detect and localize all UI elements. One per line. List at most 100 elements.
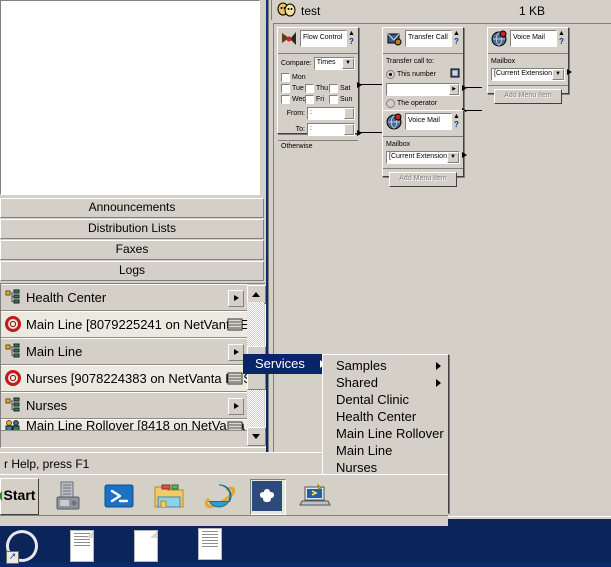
chevron-down-icon[interactable]: ▼ — [447, 152, 459, 163]
compare-select[interactable]: Times ▼ — [313, 57, 355, 70]
list-item[interactable]: Nurses — [1, 392, 247, 419]
bar-button-announcements[interactable]: Announcements — [0, 198, 264, 218]
radio-label: The operator — [397, 100, 438, 107]
node-body: Mailbox [Current Extension] ▼ — [488, 55, 568, 82]
node-pin[interactable]: ▲ ? — [452, 113, 461, 129]
list-item-label: Health Center — [26, 290, 107, 305]
help-icon[interactable]: ? — [452, 121, 461, 129]
mailbox-select[interactable]: [Current Extension] ▼ — [386, 151, 460, 164]
help-icon[interactable]: ? — [347, 38, 356, 46]
list-item[interactable]: Main Line — [1, 338, 247, 365]
checkbox-box[interactable] — [305, 95, 314, 104]
checkbox-fri[interactable]: Fri — [305, 95, 329, 104]
expand-button[interactable] — [228, 290, 244, 307]
menu-item-main-line[interactable]: Main Line — [323, 442, 448, 459]
menu-item-services[interactable]: Services — [243, 354, 331, 374]
radio-operator[interactable]: The operator — [386, 99, 460, 108]
phonebook-icon[interactable] — [450, 68, 460, 81]
chevron-right-icon[interactable]: ▶ — [449, 84, 459, 95]
from-time-input[interactable]: : — [307, 107, 355, 120]
menu-item-dental-clinic[interactable]: Dental Clinic — [323, 391, 448, 408]
bar-button-faxes[interactable]: Faxes — [0, 240, 264, 260]
node-transfer-call[interactable]: Transfer Call ▲ ? Transfer call to: This… — [382, 27, 467, 122]
menu-item-health-center[interactable]: Health Center — [323, 408, 448, 425]
output-port-otherwise[interactable] — [357, 130, 362, 136]
list-item[interactable]: Main Line [8079225241 on NetVanta ECS] — [1, 311, 247, 338]
radio-dot[interactable] — [386, 70, 395, 79]
checkbox-wed[interactable]: Wed — [281, 95, 306, 104]
node-voice-mail-top[interactable]: Voice Mail ▲ ? Mailbox [Current Extensio… — [487, 27, 572, 104]
list-item[interactable]: Main Line Rollover [8418 on NetVanta ECS… — [1, 419, 247, 431]
node-voice-mail-bottom[interactable]: Voice Mail ▲ ? Mailbox [Current Extensio… — [382, 110, 467, 187]
checkbox-box[interactable] — [305, 84, 314, 93]
service-titlebar: test 1 KB — [269, 0, 611, 22]
file-explorer-icon[interactable] — [152, 479, 186, 513]
start-button[interactable]: Start — [0, 478, 39, 515]
flow-control-icon — [280, 30, 298, 48]
blank-page-shortcut-icon[interactable] — [134, 530, 168, 564]
chevron-down-icon[interactable]: ▼ — [342, 58, 354, 69]
checkbox-box[interactable] — [281, 84, 290, 93]
checkbox-box[interactable] — [281, 95, 290, 104]
checkbox-sat[interactable]: Sat — [329, 84, 351, 93]
transfer-number-input[interactable]: ▶ — [386, 83, 460, 96]
list-item[interactable]: Health Center — [1, 284, 247, 311]
mailbox-icon[interactable] — [227, 421, 243, 430]
expand-button[interactable] — [228, 344, 244, 361]
submenu-arrow-icon — [436, 379, 441, 387]
checkbox-sun[interactable]: Sun — [329, 95, 352, 104]
to-time-input[interactable]: : — [307, 123, 355, 136]
node-flow-control[interactable]: Flow Control ▲ ? Compare: Times ▼ Mon Tu… — [277, 27, 362, 150]
chevron-down-icon[interactable]: ▼ — [552, 69, 564, 80]
ring-shortcut-icon[interactable]: ↗ — [1, 525, 43, 567]
node-pin[interactable]: ▲ ? — [347, 30, 356, 46]
radio-dot[interactable] — [386, 99, 395, 108]
notepad-shortcut-icon[interactable] — [198, 528, 232, 562]
output-port[interactable] — [567, 69, 572, 75]
node-header: Voice Mail ▲ ? — [383, 111, 463, 134]
output-port[interactable] — [462, 152, 467, 158]
puzzle-app-icon[interactable] — [250, 479, 286, 515]
node-pin[interactable]: ▲ ? — [557, 30, 566, 46]
help-icon[interactable]: ? — [557, 38, 566, 46]
tree-icon — [5, 343, 23, 361]
checkbox-box[interactable] — [329, 84, 338, 93]
powershell-icon[interactable] — [102, 479, 136, 513]
bar-button-logs[interactable]: Logs — [0, 261, 264, 281]
gear-red-icon — [5, 315, 23, 334]
status-text: r Help, press F1 — [4, 457, 90, 471]
mailbox-select[interactable]: [Current Extension] ▼ — [491, 68, 565, 81]
mailbox-icon[interactable] — [227, 371, 243, 386]
radio-this-number[interactable]: This number — [386, 70, 436, 79]
output-port-match[interactable] — [357, 82, 362, 88]
menu-item-shared[interactable]: Shared — [323, 374, 448, 391]
help-icon[interactable]: ? — [452, 38, 461, 46]
server-manager-icon[interactable] — [52, 479, 86, 513]
expand-button[interactable] — [228, 398, 244, 415]
checkbox-thu[interactable]: Thu — [305, 84, 329, 93]
gear-red-icon — [5, 369, 23, 388]
checkbox-box[interactable] — [329, 95, 338, 104]
from-time-stepper[interactable] — [344, 108, 354, 119]
node-pin[interactable]: ▲ ? — [452, 30, 461, 46]
checkbox-box[interactable] — [281, 73, 290, 82]
checkbox-mon[interactable]: Mon — [281, 73, 306, 82]
output-port-match[interactable] — [462, 85, 467, 91]
checkbox-tue[interactable]: Tue — [281, 84, 305, 93]
mailbox-label: Mailbox — [386, 141, 411, 148]
detail-pane[interactable] — [0, 0, 260, 195]
bar-button-distribution-lists[interactable]: Distribution Lists — [0, 219, 264, 239]
service-name-label: test — [301, 4, 321, 18]
menu-item-main-line-rollover[interactable]: Main Line Rollover — [323, 425, 448, 442]
mailbox-icon[interactable] — [227, 317, 243, 332]
titlebar-divider — [271, 0, 272, 20]
laptop-app-icon[interactable] — [298, 479, 332, 513]
scroll-down-button[interactable] — [247, 427, 266, 446]
internet-explorer-icon[interactable] — [202, 479, 236, 513]
document-shortcut-icon[interactable] — [70, 530, 104, 564]
windows-flag-icon — [0, 491, 2, 501]
list-item[interactable]: Nurses [9078224383 on NetVanta ECS] — [1, 365, 247, 392]
services-list[interactable]: Health Center Main Line [8079225241 on N… — [0, 283, 266, 448]
to-time-stepper[interactable] — [344, 124, 354, 135]
menu-item-samples[interactable]: Samples — [323, 357, 448, 374]
